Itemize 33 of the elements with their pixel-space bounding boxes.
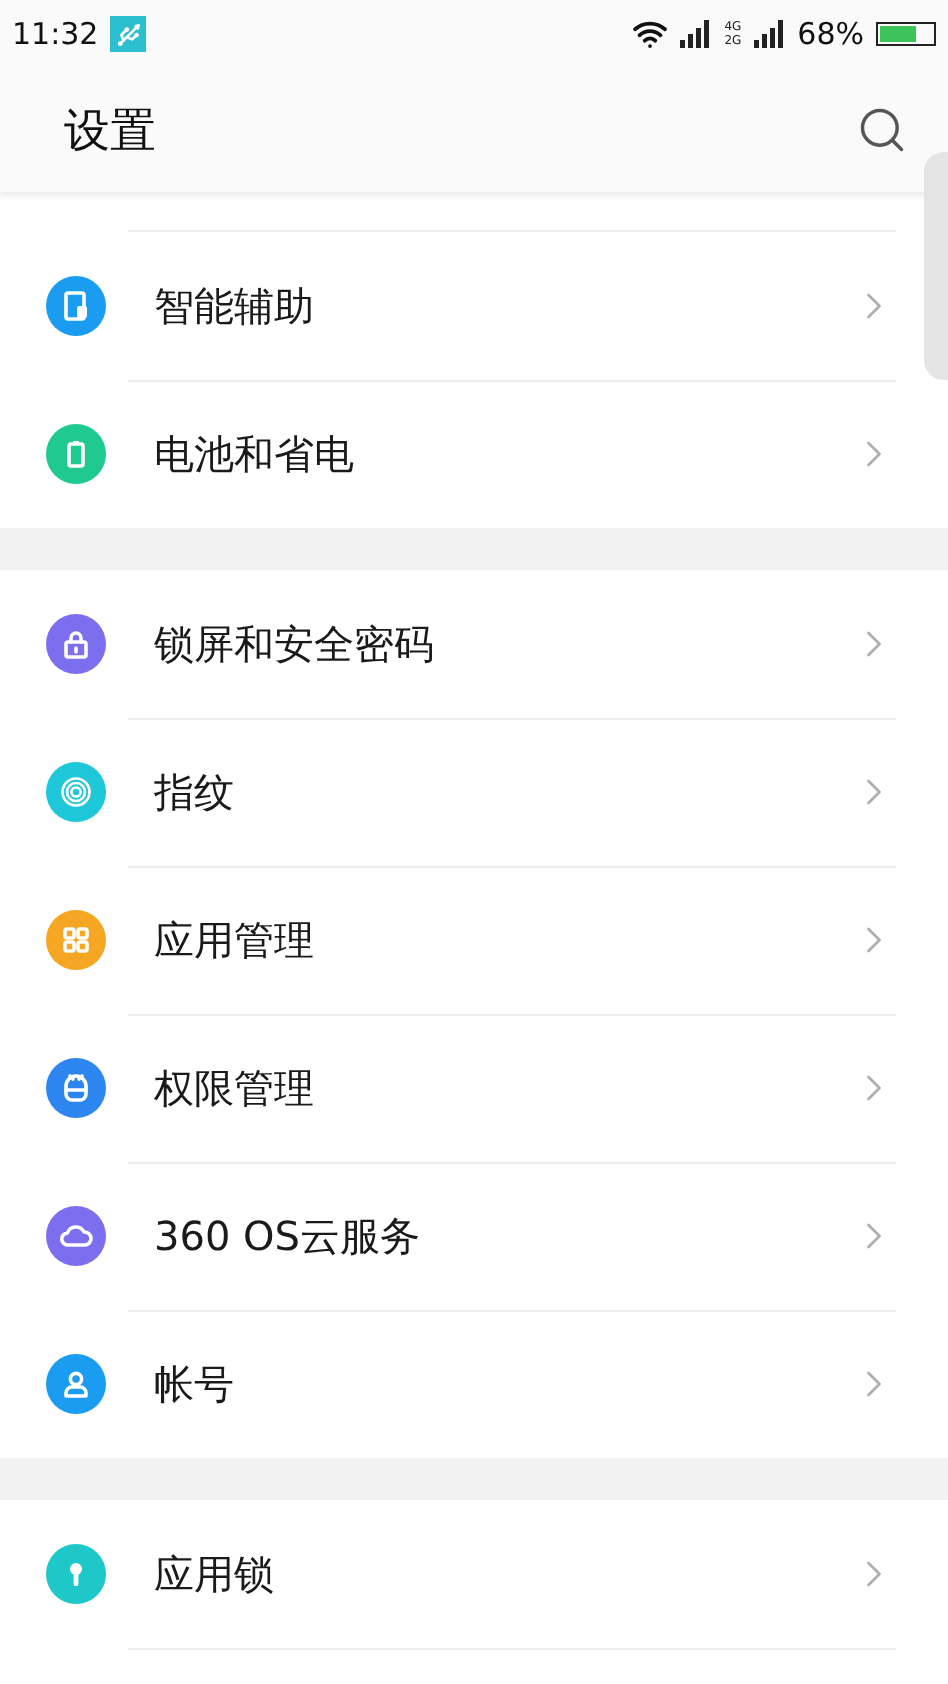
tablet-icon [60, 290, 92, 322]
signal-icon [753, 20, 786, 48]
cloud-icon [58, 1220, 94, 1252]
settings-item[interactable]: 权限管理 [0, 1014, 920, 1162]
settings-item[interactable]: 帐号 [0, 1310, 920, 1458]
settings-item[interactable]: 应用管理 [0, 866, 920, 1014]
settings-item[interactable]: 指纹 [0, 718, 920, 866]
battery-percent: 68% [797, 16, 864, 52]
wifi-icon [632, 16, 669, 52]
user-icon [60, 1368, 92, 1400]
settings-label: 360 OS云服务 [154, 1209, 422, 1263]
page-title: 设置 [64, 103, 156, 161]
status-time: 11:32 [12, 16, 99, 52]
grid-icon [60, 924, 92, 956]
usb-icon [110, 16, 147, 52]
signal-icon [680, 20, 713, 48]
settings-label: 应用管理 [154, 913, 316, 967]
settings-label: 帐号 [154, 1357, 236, 1411]
settings-label: 锁屏和安全密码 [154, 617, 436, 671]
settings-item[interactable]: 智能辅助 [0, 232, 920, 380]
settings-label: 智能辅助 [154, 279, 316, 333]
settings-label: 电池和省电 [154, 427, 356, 481]
settings-label: 权限管理 [154, 1061, 316, 1115]
settings-item[interactable]: 锁屏和安全密码 [0, 570, 920, 718]
settings-item[interactable]: 电池和省电 [0, 380, 920, 528]
settings-item[interactable]: 360 OS云服务 [0, 1162, 920, 1310]
robot-icon [60, 1072, 92, 1104]
fingerprint-icon [58, 774, 94, 810]
battery-status-icon [876, 22, 936, 46]
lock-icon [60, 628, 92, 660]
settings-label: 应用锁 [154, 1547, 276, 1601]
search-button[interactable] [856, 104, 908, 156]
settings-label: 指纹 [154, 765, 236, 819]
